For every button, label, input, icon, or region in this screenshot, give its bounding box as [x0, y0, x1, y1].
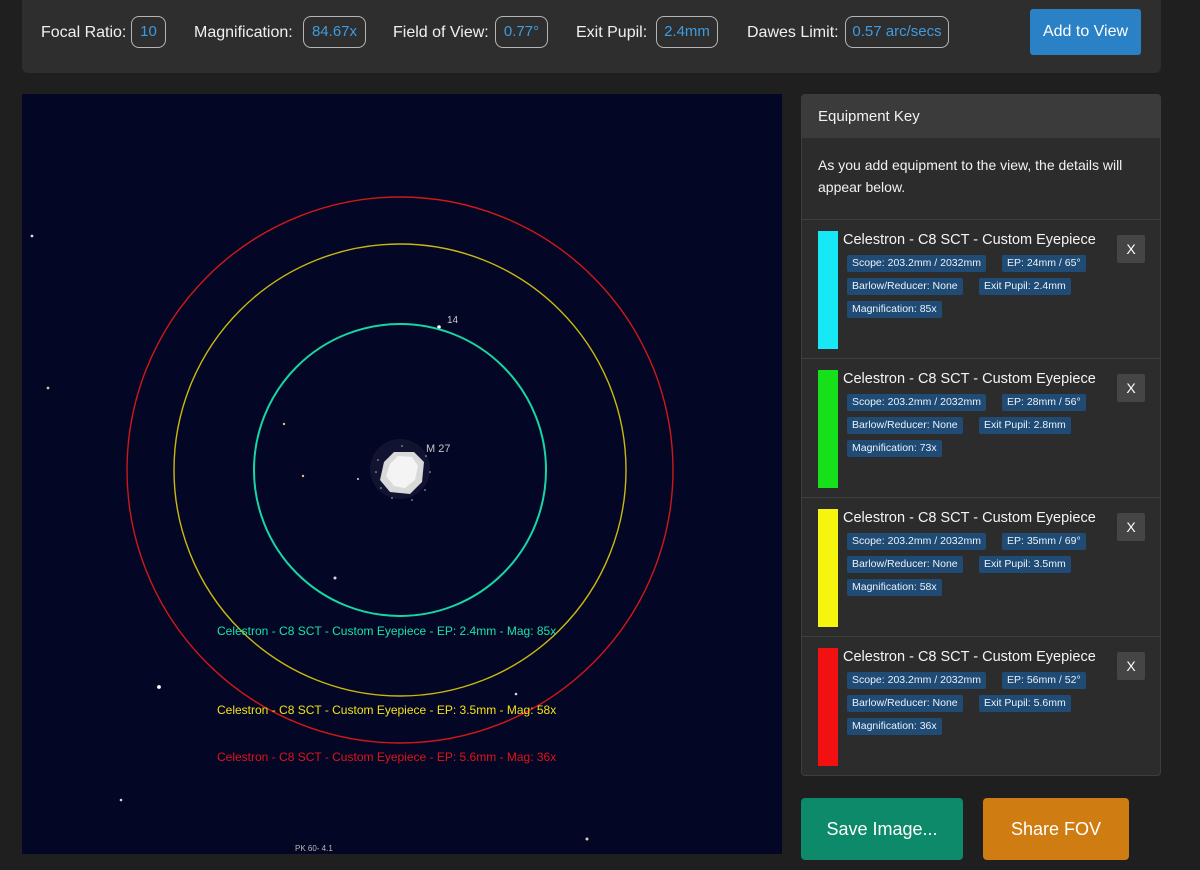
save-image-button[interactable]: Save Image...: [801, 798, 963, 860]
equipment-item: Celestron - C8 SCT - Custom Eyepiece Sco…: [802, 498, 1160, 637]
m27-nebula: [370, 439, 431, 501]
exit-pupil-value: 2.4mm: [656, 16, 718, 48]
eyepiece-tag: EP: 56mm / 52°: [1002, 672, 1086, 689]
equipment-title: Celestron - C8 SCT - Custom Eyepiece: [843, 232, 1096, 248]
star-14-label: 14: [447, 315, 459, 326]
fov-ring-label: Celestron - C8 SCT - Custom Eyepiece - E…: [217, 703, 556, 717]
equipment-key-intro: As you add equipment to the view, the de…: [802, 138, 1160, 220]
equipment-title: Celestron - C8 SCT - Custom Eyepiece: [843, 371, 1096, 387]
equipment-key-title: Equipment Key: [802, 95, 1160, 138]
star: [30, 234, 34, 238]
m27-label: M 27: [426, 443, 450, 455]
stats-bar: Focal Ratio: 10 Magnification: 84.67x Fi…: [22, 0, 1161, 73]
equipment-title: Celestron - C8 SCT - Custom Eyepiece: [843, 649, 1096, 665]
exit-pupil-tag: Exit Pupil: 5.6mm: [979, 695, 1071, 712]
dawes-limit-value: 0.57 arc/secs: [845, 16, 949, 48]
add-to-view-button[interactable]: Add to View: [1030, 9, 1141, 55]
equipment-color-swatch: [818, 370, 838, 488]
magnification-tag: Magnification: 85x: [847, 301, 942, 318]
exit-pupil-tag: Exit Pupil: 2.4mm: [979, 278, 1071, 295]
barlow-tag: Barlow/Reducer: None: [847, 417, 963, 434]
equipment-item: Celestron - C8 SCT - Custom Eyepiece Sco…: [802, 220, 1160, 359]
remove-equipment-button[interactable]: X: [1117, 513, 1145, 541]
scope-tag: Scope: 203.2mm / 2032mm: [847, 394, 986, 411]
share-fov-button[interactable]: Share FOV: [983, 798, 1129, 860]
magnification-tag: Magnification: 36x: [847, 718, 942, 735]
fov-ring-label: Celestron - C8 SCT - Custom Eyepiece - E…: [217, 624, 556, 638]
equipment-item: Celestron - C8 SCT - Custom Eyepiece Sco…: [802, 637, 1160, 775]
eyepiece-tag: EP: 35mm / 69°: [1002, 533, 1086, 550]
equipment-color-swatch: [818, 231, 838, 349]
scope-tag: Scope: 203.2mm / 2032mm: [847, 533, 986, 550]
barlow-tag: Barlow/Reducer: None: [847, 278, 963, 295]
star: [356, 477, 360, 481]
barlow-tag: Barlow/Reducer: None: [847, 695, 963, 712]
star: [282, 422, 286, 426]
star: [333, 576, 337, 580]
field-of-view-value: 0.77°: [495, 16, 548, 48]
remove-equipment-button[interactable]: X: [1117, 652, 1145, 680]
dawes-limit-label: Dawes Limit:: [747, 24, 839, 41]
scope-tag: Scope: 203.2mm / 2032mm: [847, 255, 986, 272]
star: [46, 386, 50, 390]
magnification-label: Magnification:: [194, 24, 293, 41]
star: [301, 474, 305, 478]
equipment-color-swatch: [818, 509, 838, 627]
focal-ratio-label: Focal Ratio:: [41, 24, 127, 41]
exit-pupil-label: Exit Pupil:: [576, 24, 648, 41]
equipment-color-swatch: [818, 648, 838, 766]
fov-view: M 27 14 PK 60- 4.1 Celestron - C8 SCT - …: [22, 94, 782, 854]
exit-pupil-tag: Exit Pupil: 3.5mm: [979, 556, 1071, 573]
star: [119, 798, 123, 802]
pk-label: PK 60- 4.1: [295, 844, 333, 853]
barlow-tag: Barlow/Reducer: None: [847, 556, 963, 573]
star: [514, 692, 518, 696]
fov-ring-label: Celestron - C8 SCT - Custom Eyepiece - E…: [217, 750, 556, 764]
equipment-item: Celestron - C8 SCT - Custom Eyepiece Sco…: [802, 359, 1160, 498]
magnification-tag: Magnification: 73x: [847, 440, 942, 457]
star: [157, 685, 161, 689]
remove-equipment-button[interactable]: X: [1117, 235, 1145, 263]
remove-equipment-button[interactable]: X: [1117, 374, 1145, 402]
star: [585, 837, 589, 841]
magnification-value: 84.67x: [303, 16, 366, 48]
magnification-tag: Magnification: 58x: [847, 579, 942, 596]
eyepiece-tag: EP: 24mm / 65°: [1002, 255, 1086, 272]
exit-pupil-tag: Exit Pupil: 2.8mm: [979, 417, 1071, 434]
eyepiece-tag: EP: 28mm / 56°: [1002, 394, 1086, 411]
focal-ratio-value: 10: [131, 16, 166, 48]
fov-canvas: M 27 14 PK 60- 4.1 Celestron - C8 SCT - …: [30, 196, 674, 853]
equipment-title: Celestron - C8 SCT - Custom Eyepiece: [843, 510, 1096, 526]
scope-tag: Scope: 203.2mm / 2032mm: [847, 672, 986, 689]
equipment-key-panel: Equipment Key As you add equipment to th…: [801, 94, 1161, 776]
field-of-view-label: Field of View:: [393, 24, 489, 41]
